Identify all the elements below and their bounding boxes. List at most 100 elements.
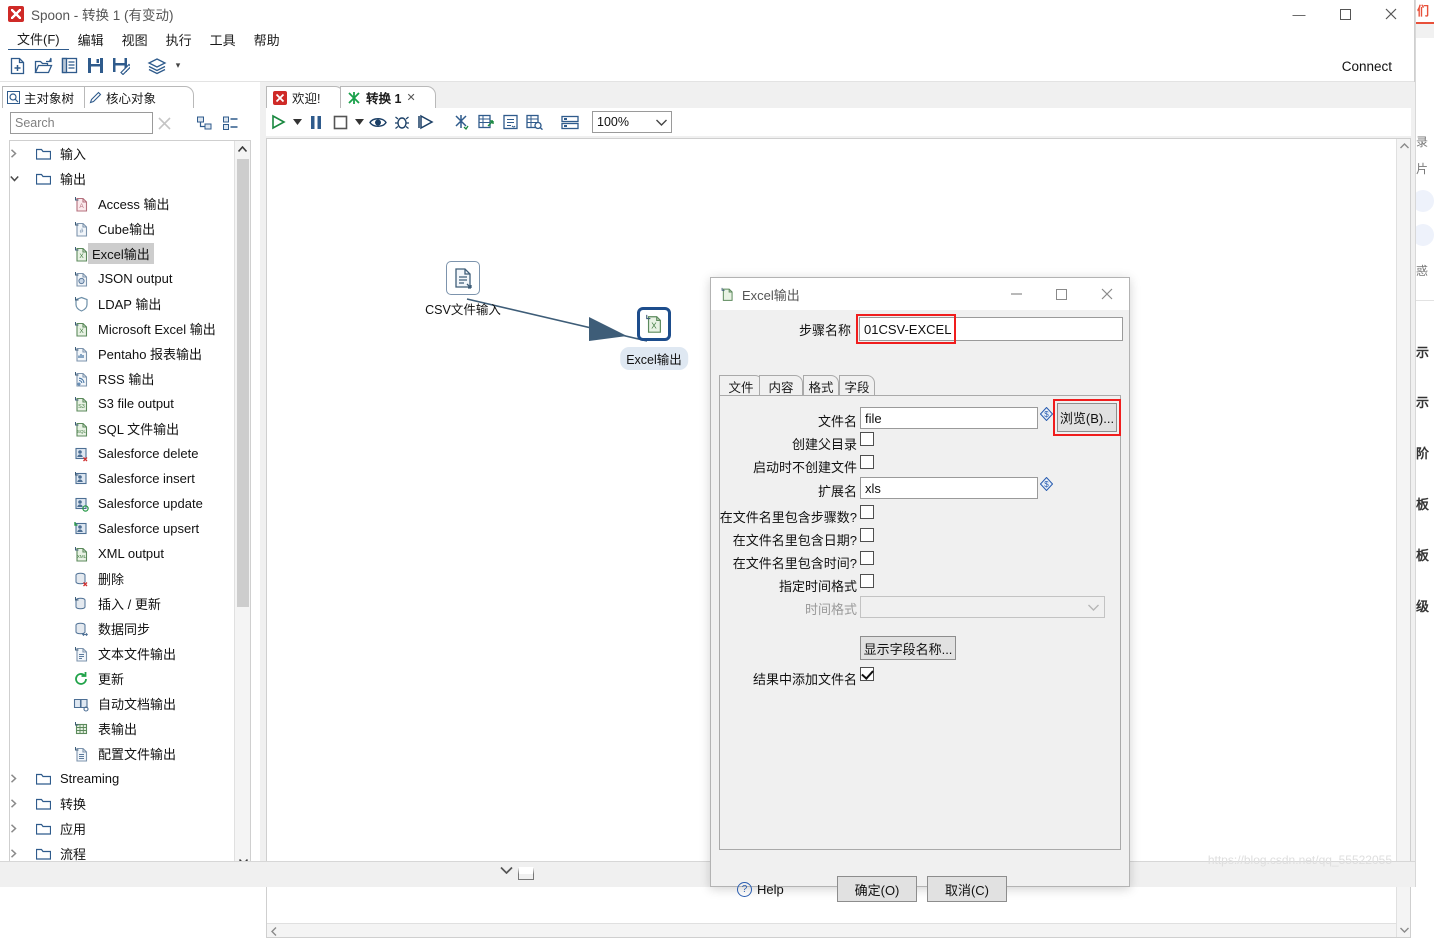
hop-icon[interactable] <box>450 110 474 134</box>
show-fieldnames-button[interactable]: 显示字段名称... <box>860 636 956 660</box>
cancel-button[interactable]: 取消(C) <box>927 876 1007 902</box>
variable-icon[interactable]: $ <box>1040 407 1053 421</box>
menu-help[interactable]: 帮助 <box>245 29 289 50</box>
extension-input[interactable] <box>860 477 1038 499</box>
dialog-maximize-button[interactable] <box>1039 278 1084 310</box>
tree-item-s3-file-output[interactable]: S3 S3 file output <box>10 391 234 416</box>
tree-item-streaming[interactable]: Streaming <box>10 766 234 791</box>
variable-icon[interactable]: $ <box>1040 477 1053 491</box>
tree-item-item-17[interactable]: 删除 <box>10 566 234 591</box>
include-stepnr-checkbox[interactable] <box>860 505 874 519</box>
replay-icon[interactable] <box>414 110 438 134</box>
save-as-icon[interactable] <box>108 53 134 79</box>
chevron-down-icon[interactable] <box>10 175 32 182</box>
canvas-vertical-scrollbar[interactable] <box>1396 139 1410 937</box>
inspect-icon[interactable] <box>522 110 546 134</box>
ok-button[interactable]: 确定(O) <box>837 876 917 902</box>
stop-icon[interactable] <box>328 110 352 134</box>
tree-item-sql[interactable]: SQL SQL 文件输出 <box>10 416 234 441</box>
tree-item-salesforce-update[interactable]: Salesforce update <box>10 491 234 516</box>
chevron-right-icon[interactable] <box>10 799 32 808</box>
tab-core-objects[interactable]: 核心对象 <box>84 86 194 108</box>
bottom-chevron-down-icon[interactable] <box>500 866 513 874</box>
tree-item-cube[interactable]: # Cube输出 <box>10 216 234 241</box>
tree-scroll-up-arrow[interactable] <box>235 141 250 157</box>
core-objects-tree[interactable]: 输入 输出 A Access 输出 # Cube输出 X Excel输出 JSON output… <box>9 140 251 870</box>
canvas-step-excel-output[interactable]: X Excel输出 <box>620 307 688 370</box>
specify-date-format-checkbox[interactable] <box>860 574 874 588</box>
tree-item-salesforce-delete[interactable]: Salesforce delete <box>10 441 234 466</box>
tab-fields[interactable]: 字段 <box>839 375 875 396</box>
tree-item-item-26[interactable]: 转换 <box>10 791 234 816</box>
browse-button[interactable]: 浏览(B)... <box>1057 403 1117 432</box>
canvas-step-csv-input[interactable]: CSV文件输入 <box>425 261 501 317</box>
tree-item-microsoft-excel[interactable]: X Microsoft Excel 输出 <box>10 316 234 341</box>
search-input[interactable] <box>10 112 153 134</box>
collapse-tree-icon[interactable] <box>220 113 240 133</box>
tab-transformation-1[interactable]: 转换 1 ✕ <box>340 86 436 108</box>
step-name-input[interactable] <box>859 317 1123 341</box>
dialog-minimize-button[interactable] <box>994 278 1039 310</box>
menu-tools[interactable]: 工具 <box>201 29 245 50</box>
tree-item-item-19[interactable]: 数据同步 <box>10 616 234 641</box>
maximize-button[interactable] <box>1322 0 1368 28</box>
run-icon[interactable] <box>266 110 290 134</box>
chevron-right-icon[interactable] <box>10 774 32 783</box>
close-icon[interactable]: ✕ <box>406 91 415 104</box>
menu-view[interactable]: 视图 <box>113 29 157 50</box>
clear-x-icon[interactable] <box>153 112 175 134</box>
tree-item-item-1[interactable]: 输出 <box>10 166 234 191</box>
connect-button[interactable]: Connect <box>1342 50 1392 82</box>
pause-icon[interactable] <box>304 110 328 134</box>
grid-icon[interactable] <box>558 110 582 134</box>
tree-item-ldap[interactable]: LDAP 输出 <box>10 291 234 316</box>
close-button[interactable] <box>1368 0 1414 28</box>
expand-tree-icon[interactable] <box>194 113 214 133</box>
tab-welcome[interactable]: 欢迎! <box>266 86 344 108</box>
create-parent-dir-checkbox[interactable] <box>860 432 874 446</box>
include-time-checkbox[interactable] <box>860 551 874 565</box>
save-icon[interactable] <box>82 53 108 79</box>
tree-item-xml-output[interactable]: XML XML output <box>10 541 234 566</box>
tab-main-object-tree[interactable]: 主对象树 <box>2 86 94 108</box>
menu-run[interactable]: 执行 <box>157 29 201 50</box>
filename-input[interactable] <box>860 407 1038 429</box>
tab-content[interactable]: 内容 <box>759 375 803 396</box>
toolbar-dropdown-caret-icon[interactable]: ▾ <box>170 53 186 79</box>
analyze-icon[interactable] <box>474 110 498 134</box>
menu-file[interactable]: 文件(F) <box>8 28 69 51</box>
date-format-combo[interactable] <box>860 596 1105 618</box>
run-options-caret-icon[interactable] <box>290 110 304 134</box>
tree-item-access[interactable]: A Access 输出 <box>10 191 234 216</box>
background-window[interactable]: 们 录 片 惑 示 示 阶 板 板 级 <box>1415 0 1434 887</box>
zoom-level-select[interactable]: 100% <box>592 111 672 133</box>
tree-item-item-18[interactable]: 插入 / 更新 <box>10 591 234 616</box>
chevron-right-icon[interactable] <box>10 149 32 158</box>
explorer-icon[interactable] <box>56 53 82 79</box>
do-not-create-at-start-checkbox[interactable] <box>860 455 874 469</box>
new-file-icon[interactable] <box>4 53 30 79</box>
tree-item-item-27[interactable]: 应用 <box>10 816 234 841</box>
tree-item-item-0[interactable]: 输入 <box>10 141 234 166</box>
tab-format[interactable]: 格式 <box>803 375 839 396</box>
tree-item-item-22[interactable]: 自动文档输出 <box>10 691 234 716</box>
tree-item-excel[interactable]: X Excel输出 <box>10 241 234 266</box>
canvas-scroll-up-arrow[interactable] <box>1397 139 1410 153</box>
canvas-scroll-left-arrow[interactable] <box>267 924 281 937</box>
tree-scrollbar-thumb[interactable] <box>237 159 249 607</box>
chevron-right-icon[interactable] <box>10 849 32 858</box>
sql-icon[interactable] <box>498 110 522 134</box>
dialog-close-button[interactable] <box>1084 278 1129 310</box>
canvas-scroll-down-arrow[interactable] <box>1397 923 1410 937</box>
excel-output-dialog[interactable]: Excel输出 步骤名称 文件 <box>710 277 1130 902</box>
open-folder-icon[interactable] <box>30 53 56 79</box>
debug-icon[interactable] <box>390 110 414 134</box>
preview-icon[interactable] <box>366 110 390 134</box>
layers-icon[interactable] <box>144 53 170 79</box>
tree-item-item-20[interactable]: 文本文件输出 <box>10 641 234 666</box>
tab-file[interactable]: 文件 <box>719 375 763 396</box>
tree-item-salesforce-insert[interactable]: Salesforce insert <box>10 466 234 491</box>
minimize-button[interactable]: — <box>1276 0 1322 28</box>
tree-item-json-output[interactable]: JSON output <box>10 266 234 291</box>
chevron-right-icon[interactable] <box>10 824 32 833</box>
